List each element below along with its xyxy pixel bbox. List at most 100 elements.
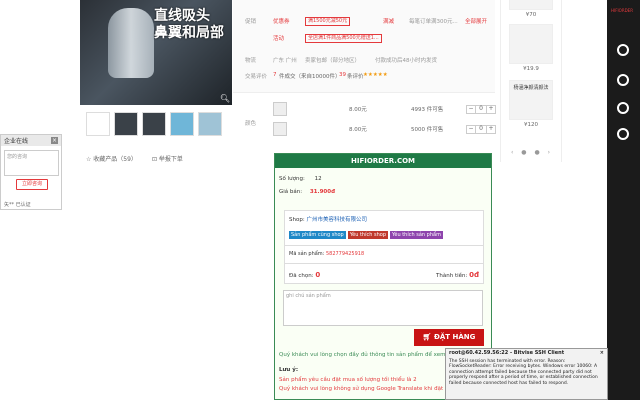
cart-icon[interactable] bbox=[617, 44, 629, 56]
sku-stock: 5000 件可售 bbox=[411, 127, 444, 133]
related-item[interactable]: ¥70 bbox=[509, 0, 553, 18]
total-value: 0đ bbox=[469, 271, 479, 279]
favorite-link[interactable]: ☆ 收藏产品（59） bbox=[86, 154, 137, 163]
related-price: ¥120 bbox=[524, 122, 538, 128]
price-value: 31.900đ bbox=[309, 189, 336, 195]
thumbnail[interactable] bbox=[198, 112, 222, 136]
sku-row: 8.00元 5000 件可售 − 0 + bbox=[273, 119, 496, 139]
sku-stock: 4993 件可售 bbox=[411, 107, 444, 113]
shop-name-link[interactable]: 广州市美容科技有限公司 bbox=[306, 217, 367, 223]
promo2-label: 活动 bbox=[273, 36, 285, 42]
qty-label: Số lượng: bbox=[279, 176, 305, 182]
rating-text[interactable]: 条评价 bbox=[347, 72, 364, 80]
shipping-free: 卖家包邮（部分地区） bbox=[305, 58, 361, 64]
qty-row: Số lượng: 12 bbox=[279, 176, 322, 182]
ssh-notification[interactable]: root@60.42.59.56:22 - Bitvise SSH Client… bbox=[445, 348, 608, 400]
order-button-label: ĐẶT HÀNG bbox=[433, 333, 476, 341]
thumbnail[interactable] bbox=[142, 112, 166, 136]
shop-actions: Sản phẩm cùng shop Yêu thích shop Yêu thíc… bbox=[289, 231, 445, 239]
quantity-stepper[interactable]: − 0 + bbox=[466, 124, 496, 134]
sidebar-brand: HIFIORDER bbox=[611, 8, 633, 13]
related-price: ¥70 bbox=[525, 12, 537, 18]
code-label: Mã sản phẩm: bbox=[289, 251, 325, 257]
coupon-tag-1: 优惠券 bbox=[273, 19, 290, 25]
coupon-tag-2: 满减 bbox=[383, 19, 395, 25]
code-row: Mã sản phẩm: 582779425918 bbox=[289, 251, 364, 257]
sku-row: 8.00元 4993 件可售 − 0 + bbox=[273, 99, 496, 119]
report-link[interactable]: ⊡ 举报下单 bbox=[152, 154, 183, 163]
coupon-2: 每笔订单满300元... bbox=[409, 19, 458, 25]
sku-thumbnail[interactable] bbox=[273, 122, 287, 136]
quantity-value[interactable]: 0 bbox=[475, 105, 487, 113]
magnifier-icon[interactable]: 🔍︎ bbox=[220, 94, 230, 103]
like-shop-button[interactable]: Yêu thích shop bbox=[347, 231, 388, 239]
chat-note: 矢** 已认证 bbox=[4, 202, 31, 208]
close-icon[interactable]: × bbox=[51, 137, 58, 144]
divider bbox=[285, 263, 483, 264]
sales-label: 交易评价 bbox=[245, 74, 268, 80]
related-products: ¥70 ¥19.9 杨涵净颜清颜法 ¥120 ‹ ● ● › bbox=[500, 0, 562, 162]
shipping-label: 物流 bbox=[245, 58, 257, 64]
qty-value: 12 bbox=[314, 176, 322, 182]
promo2-tag[interactable]: 全店满1件商品满500元赠送1... bbox=[305, 34, 382, 43]
thumbnail-strip bbox=[86, 112, 222, 136]
chat-title: 企业在线 bbox=[4, 138, 29, 145]
related-image: 杨涵净颜清颜法 bbox=[509, 80, 553, 120]
overlay-line1: 直线吸头 bbox=[154, 8, 210, 24]
note-min-qty: Sản phẩm yêu cầu đặt mua số lượng tối th… bbox=[279, 377, 417, 383]
thumbnail[interactable] bbox=[114, 112, 138, 136]
order-button[interactable]: 🛒︎ ĐẶT HÀNG bbox=[414, 329, 484, 346]
coupon-1[interactable]: 满1500元减50元 bbox=[305, 17, 351, 26]
same-shop-button[interactable]: Sản phẩm cùng shop bbox=[289, 231, 346, 239]
consult-button[interactable]: 立即咨询 bbox=[16, 179, 48, 190]
sku-price: 8.00元 bbox=[349, 127, 367, 133]
related-item[interactable]: ¥19.9 bbox=[509, 24, 553, 72]
related-image bbox=[509, 24, 553, 64]
shop-box: Shop: 广州市美容科技有限公司 Sản phẩm cùng shop Yêu … bbox=[284, 210, 484, 284]
sku-price: 8.00元 bbox=[349, 107, 367, 113]
close-icon[interactable]: × bbox=[600, 350, 604, 357]
related-price: ¥19.9 bbox=[523, 66, 539, 72]
sku-selector: 颜色 8.00元 4993 件可售 − 0 + 8.00元 5000 件可售 −… bbox=[233, 92, 496, 140]
hifiorder-title: HIFIORDER.COM bbox=[275, 154, 491, 168]
chat-widget: 企业在线 × 您的咨询 立即咨询 矢** 已认证 bbox=[0, 134, 62, 210]
price-label: Giá bán: bbox=[279, 189, 303, 195]
related-image bbox=[509, 0, 553, 10]
note-title: Lưu ý: bbox=[279, 367, 299, 373]
plus-icon[interactable]: + bbox=[487, 125, 495, 133]
code-value: 582779425918 bbox=[325, 251, 365, 257]
product-nozzle-image bbox=[108, 8, 154, 78]
carousel-pager[interactable]: ‹ ● ● › bbox=[511, 149, 553, 156]
chat-icon[interactable] bbox=[617, 128, 629, 140]
chat-input[interactable]: 您的咨询 bbox=[4, 150, 59, 176]
quantity-stepper[interactable]: − 0 + bbox=[466, 104, 496, 114]
product-note-input[interactable]: ghi chú sản phẩm bbox=[283, 290, 483, 326]
shop-label: Shop: bbox=[289, 217, 305, 223]
shipping-from: 广东 广州 bbox=[273, 58, 297, 64]
plus-icon[interactable]: + bbox=[487, 105, 495, 113]
selected-row: Đã chọn: 0 bbox=[289, 271, 320, 279]
thumbnail[interactable] bbox=[170, 112, 194, 136]
quantity-value[interactable]: 0 bbox=[475, 125, 487, 133]
promo-label: 促销 bbox=[245, 19, 257, 25]
chat-header: 企业在线 × bbox=[1, 135, 61, 146]
sales-text: 件成交（来自10000件） bbox=[279, 74, 341, 80]
related-item[interactable]: 杨涵净颜清颜法 ¥120 bbox=[509, 80, 553, 128]
minus-icon[interactable]: − bbox=[467, 105, 475, 113]
sales-count: 7 bbox=[273, 72, 277, 78]
product-main-image[interactable]: 直线吸头 鼻翼和局部 🔍︎ bbox=[80, 0, 232, 105]
ssh-message: The SSH session has terminated with erro… bbox=[449, 358, 598, 386]
ssh-title: root@60.42.59.56:22 - Bitvise SSH Client bbox=[449, 350, 565, 356]
expand-all-link[interactable]: 全部展开 bbox=[465, 17, 487, 25]
image-overlay-text: 直线吸头 鼻翼和局部 bbox=[154, 8, 224, 42]
cart-icon: 🛒︎ bbox=[422, 333, 434, 341]
total-row: Thành tiền: 0đ bbox=[436, 271, 479, 279]
star-rating: ★★★★★ bbox=[363, 72, 388, 78]
total-label: Thành tiền: bbox=[436, 273, 468, 279]
like-product-button[interactable]: Yêu thích sản phẩm bbox=[390, 231, 443, 239]
thumbnail[interactable] bbox=[86, 112, 110, 136]
sku-thumbnail[interactable] bbox=[273, 102, 287, 116]
minus-icon[interactable]: − bbox=[467, 125, 475, 133]
user-icon[interactable] bbox=[617, 74, 629, 86]
globe-icon[interactable] bbox=[617, 102, 629, 114]
